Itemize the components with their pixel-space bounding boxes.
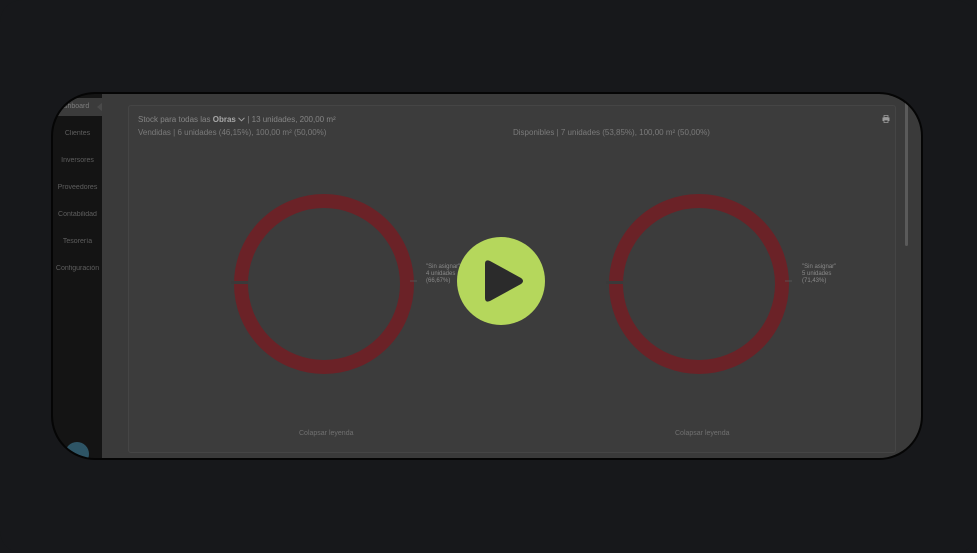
legend-units: 4 unidades — [426, 271, 456, 277]
sidebar-item-proveedores[interactable]: Proveedores — [53, 184, 102, 191]
legend-label: "Sin asignar" — [426, 264, 461, 270]
sold-donut-chart — [231, 194, 417, 374]
play-icon — [485, 260, 523, 302]
sidebar-item-tesoreria[interactable]: Tesorería — [53, 238, 102, 245]
sidebar: Dashboard Clientes Inversores Proveedore… — [53, 94, 103, 458]
sold-summary: Vendidas | 6 unidades (46,15%), 100,00 m… — [138, 128, 327, 137]
available-legend: "Sin asignar" 5 unidades (71,43%) — [802, 264, 836, 285]
chevron-down-icon[interactable] — [238, 117, 245, 122]
sidebar-item-contabilidad[interactable]: Contabilidad — [53, 211, 102, 218]
title-suffix: | 13 unidades, 200,00 m² — [247, 115, 336, 124]
sidebar-item-configuracion[interactable]: Configuración — [53, 265, 102, 272]
available-summary: Disponibles | 7 unidades (53,85%), 100,0… — [513, 128, 710, 137]
slice-gap — [606, 281, 623, 284]
collapse-legend-link-sold[interactable]: Colapsar leyenda — [299, 430, 353, 437]
obras-selector[interactable]: Obras — [213, 115, 236, 124]
avatar[interactable] — [65, 442, 89, 458]
title-prefix: Stock para todas las — [138, 115, 211, 124]
play-button[interactable] — [457, 237, 545, 325]
page-title: Stock para todas las Obras | 13 unidades… — [138, 115, 336, 124]
legend-label: "Sin asignar" — [802, 264, 837, 270]
legend-percent: (66,67%) — [426, 278, 451, 284]
available-donut-chart — [606, 194, 792, 374]
sold-donut-ring[interactable] — [234, 194, 414, 374]
scrollbar[interactable] — [905, 100, 908, 246]
sidebar-item-dashboard[interactable]: Dashboard — [53, 98, 102, 116]
available-donut-ring[interactable] — [609, 194, 789, 374]
sidebar-item-clientes[interactable]: Clientes — [53, 130, 102, 137]
sold-legend: "Sin asignar" 4 unidades (66,67%) — [426, 264, 460, 285]
legend-percent: (71,43%) — [802, 278, 827, 284]
slice-gap — [231, 281, 248, 284]
collapse-legend-link-available[interactable]: Colapsar leyenda — [675, 430, 729, 437]
video-frame: Dashboard Clientes Inversores Proveedore… — [0, 0, 977, 553]
legend-units: 5 unidades — [802, 271, 832, 277]
sidebar-item-inversores[interactable]: Inversores — [53, 157, 102, 164]
printer-icon[interactable] — [882, 115, 890, 123]
